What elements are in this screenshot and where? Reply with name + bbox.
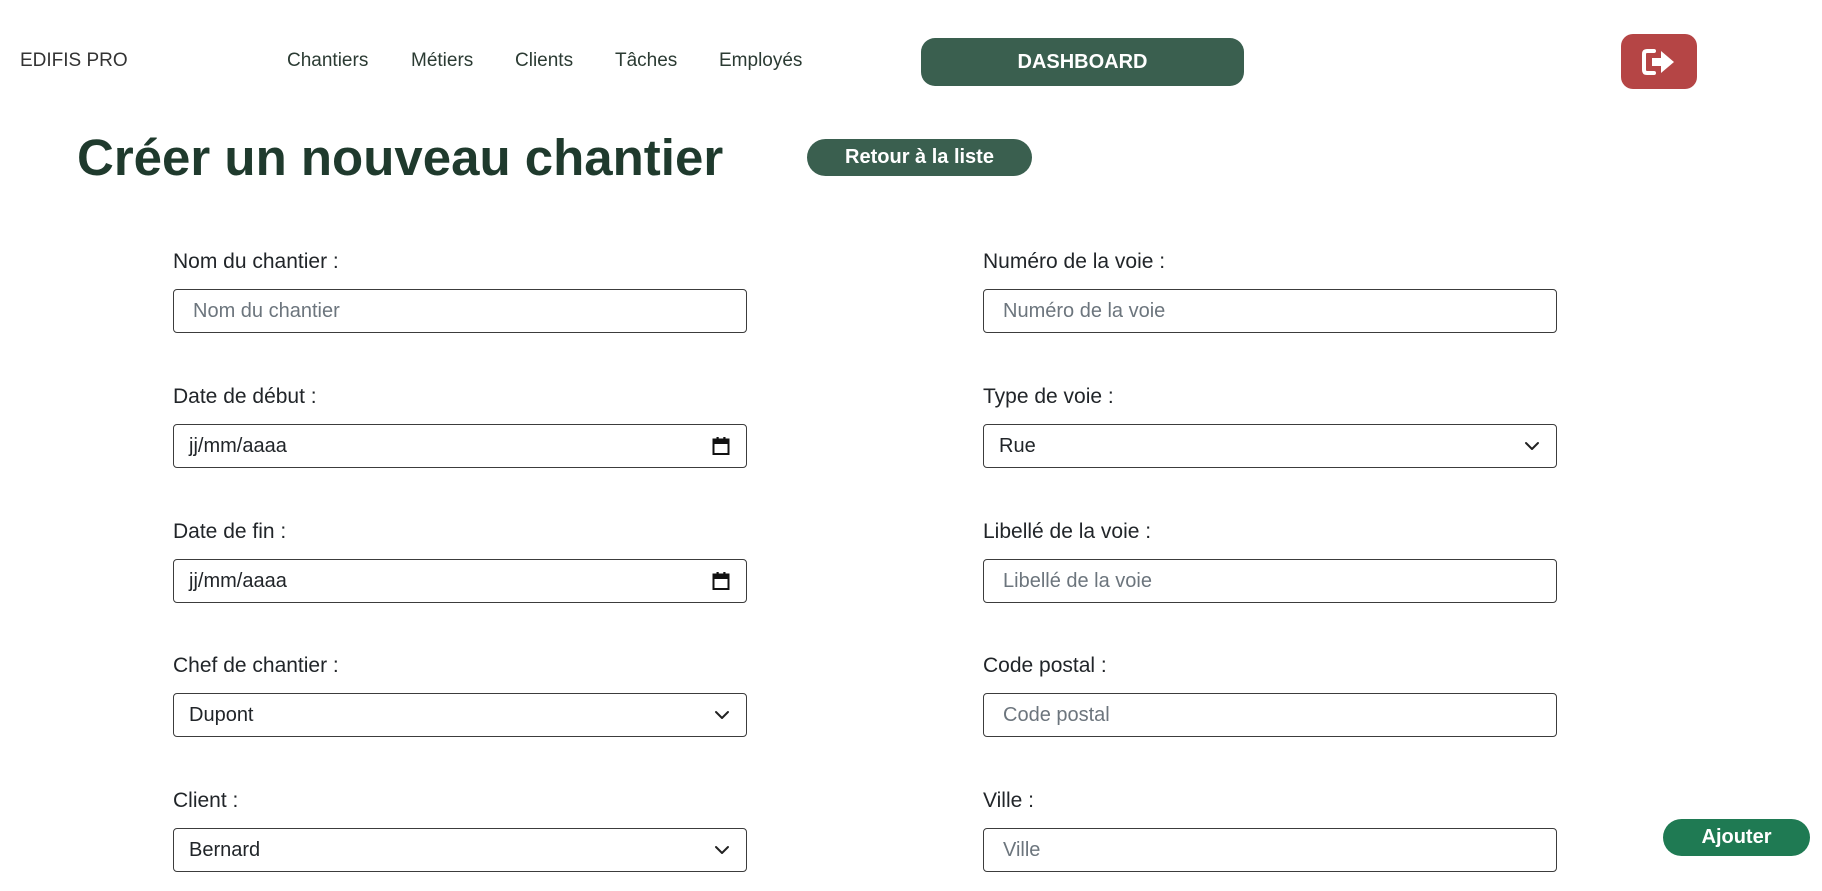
page-title: Créer un nouveau chantier <box>77 129 724 186</box>
chef-label: Chef de chantier : <box>173 654 339 677</box>
add-button-label: Ajouter <box>1701 826 1772 848</box>
ville-input[interactable]: Ville <box>983 828 1557 872</box>
nav-link-clients[interactable]: Clients <box>515 50 573 72</box>
logout-button[interactable] <box>1621 34 1697 89</box>
chevron-down-icon <box>714 710 730 720</box>
ville-placeholder: Ville <box>1003 838 1041 861</box>
date-fin-label: Date de fin : <box>173 520 287 543</box>
libelle-placeholder: Libellé de la voie <box>1003 569 1152 592</box>
nom-label: Nom du chantier : <box>173 250 339 273</box>
nav-link-chantiers[interactable]: Chantiers <box>287 50 368 72</box>
date-fin-value: jj/mm/aaaa <box>189 569 287 592</box>
nav-link-employes[interactable]: Employés <box>719 50 802 72</box>
client-label: Client : <box>173 789 239 812</box>
numero-placeholder: Numéro de la voie <box>1003 299 1166 322</box>
code-postal-label: Code postal : <box>983 654 1107 677</box>
chevron-down-icon <box>1524 441 1540 451</box>
chevron-down-icon <box>714 845 730 855</box>
date-fin-input[interactable]: jj/mm/aaaa <box>173 559 747 603</box>
libelle-label: Libellé de la voie : <box>983 520 1152 543</box>
nav-link-metiers[interactable]: Métiers <box>411 50 473 72</box>
logout-icon <box>1642 48 1676 76</box>
calendar-icon[interactable] <box>712 437 730 456</box>
date-debut-input[interactable]: jj/mm/aaaa <box>173 424 747 468</box>
libelle-input[interactable]: Libellé de la voie <box>983 559 1557 603</box>
client-value: Bernard <box>189 838 261 861</box>
type-voie-select[interactable]: Rue <box>983 424 1557 468</box>
code-postal-placeholder: Code postal <box>1003 703 1110 726</box>
numero-label: Numéro de la voie : <box>983 250 1166 273</box>
code-postal-input[interactable]: Code postal <box>983 693 1557 737</box>
type-voie-label: Type de voie : <box>983 385 1114 408</box>
add-button[interactable]: Ajouter <box>1663 819 1810 856</box>
date-debut-value: jj/mm/aaaa <box>189 434 287 457</box>
dashboard-button-label: DASHBOARD <box>1017 50 1148 73</box>
nav-link-taches[interactable]: Tâches <box>615 50 677 72</box>
calendar-icon[interactable] <box>712 572 730 591</box>
ville-label: Ville : <box>983 789 1034 812</box>
client-select[interactable]: Bernard <box>173 828 747 872</box>
chef-value: Dupont <box>189 703 254 726</box>
back-to-list-label: Retour à la liste <box>845 146 994 168</box>
nom-input[interactable]: Nom du chantier <box>173 289 747 333</box>
dashboard-button[interactable]: DASHBOARD <box>921 38 1244 86</box>
numero-input[interactable]: Numéro de la voie <box>983 289 1557 333</box>
nom-placeholder: Nom du chantier <box>193 299 340 322</box>
brand-logo-text: EDIFIS PRO <box>20 50 128 71</box>
type-voie-value: Rue <box>999 434 1036 457</box>
date-debut-label: Date de début : <box>173 385 317 408</box>
back-to-list-button[interactable]: Retour à la liste <box>807 139 1032 176</box>
chef-select[interactable]: Dupont <box>173 693 747 737</box>
